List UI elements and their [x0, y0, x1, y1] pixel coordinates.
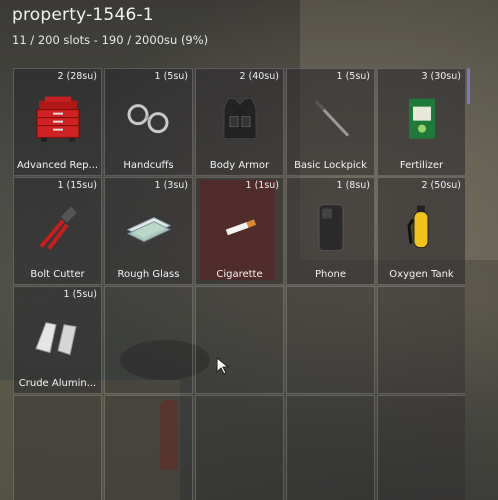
- inventory-header: property-1546-1 11 / 200 slots - 190 / 2…: [12, 5, 208, 47]
- inventory-slot-empty[interactable]: [13, 395, 102, 500]
- lockpick-icon: [303, 91, 359, 147]
- aluminum-chunks-icon: [30, 309, 86, 365]
- mouse-cursor-icon: [216, 356, 230, 379]
- item-count: 1 (5su): [154, 71, 189, 82]
- item-label: Fertilizer: [399, 160, 444, 171]
- item-label: Handcuffs: [123, 160, 174, 171]
- inventory-slot[interactable]: 1 (15su) Bolt Cutter: [13, 177, 102, 285]
- phone-icon: [303, 200, 359, 256]
- inventory-slot-empty[interactable]: [104, 395, 193, 500]
- handcuffs-icon: [121, 91, 177, 147]
- item-count: 1 (3su): [154, 180, 189, 191]
- inventory-slot-empty[interactable]: [286, 286, 375, 394]
- inventory-slot-empty[interactable]: [195, 395, 284, 500]
- inventory-slot[interactable]: 1 (5su) Basic Lockpick: [286, 68, 375, 176]
- item-label: Cigarette: [216, 269, 263, 280]
- item-count: 1 (5su): [336, 71, 371, 82]
- item-count: 1 (15su): [57, 180, 97, 191]
- glass-sheets-icon: [121, 200, 177, 256]
- inventory-slot-empty[interactable]: [377, 395, 465, 500]
- item-label: Phone: [315, 269, 346, 280]
- oxygen-tank-icon: [394, 200, 450, 256]
- inventory-slot[interactable]: 2 (50su) Oxygen Tank: [377, 177, 465, 285]
- item-label: Body Armor: [209, 160, 270, 171]
- inventory-slot[interactable]: 1 (5su) Handcuffs: [104, 68, 193, 176]
- item-label: Oxygen Tank: [389, 269, 454, 280]
- item-label: Bolt Cutter: [30, 269, 85, 280]
- item-label: Basic Lockpick: [294, 160, 367, 171]
- item-label: Rough Glass: [117, 269, 180, 280]
- item-count: 2 (28su): [57, 71, 97, 82]
- inventory-slot[interactable]: 1 (1su) Cigarette: [195, 177, 284, 285]
- fertilizer-bag-icon: [394, 91, 450, 147]
- inventory-slot-empty[interactable]: [286, 395, 375, 500]
- item-count: 2 (50su): [421, 180, 461, 191]
- item-count: 1 (1su): [245, 180, 280, 191]
- inventory-slot-empty[interactable]: [377, 286, 465, 394]
- inventory-title: property-1546-1: [12, 5, 154, 25]
- inventory-slot[interactable]: 1 (8su) Phone: [286, 177, 375, 285]
- inventory-slot-empty[interactable]: [195, 286, 284, 394]
- body-armor-icon: [212, 91, 268, 147]
- inventory-slot[interactable]: 1 (5su) Crude Alumin...: [13, 286, 102, 394]
- bolt-cutter-icon: [30, 200, 86, 256]
- item-label: Crude Alumin...: [18, 378, 97, 389]
- item-count: 1 (8su): [336, 180, 371, 191]
- item-count: 2 (40su): [239, 71, 279, 82]
- item-count: 1 (5su): [63, 289, 98, 300]
- toolbox-icon: [30, 91, 86, 147]
- inventory-slot[interactable]: 3 (30su) Fertilizer: [377, 68, 465, 176]
- inventory-capacity: 11 / 200 slots - 190 / 2000su (9%): [12, 33, 209, 47]
- inventory-slot[interactable]: 2 (40su) Body Armor: [195, 68, 284, 176]
- cigarette-icon: [212, 200, 268, 256]
- inventory-grid: 2 (28su) Advanced Rep... 1 (5su) Handcuf…: [13, 68, 465, 500]
- inventory-slot-empty[interactable]: [104, 286, 193, 394]
- item-label: Advanced Rep...: [16, 160, 99, 171]
- inventory-slot[interactable]: 1 (3su) Rough Glass: [104, 177, 193, 285]
- item-count: 3 (30su): [421, 71, 461, 82]
- inventory-slot[interactable]: 2 (28su) Advanced Rep...: [13, 68, 102, 176]
- inventory-scrollbar[interactable]: [467, 68, 470, 104]
